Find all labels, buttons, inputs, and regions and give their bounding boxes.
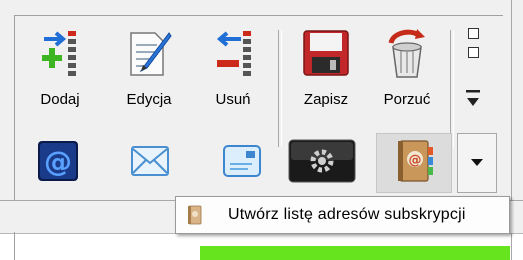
add-button[interactable]: Dodaj — [26, 25, 94, 127]
menu-item-label: Utwórz listę adresów subskrypcji — [228, 206, 466, 223]
remove-button[interactable]: Usuń — [199, 25, 267, 127]
save-button-label: Zapisz — [303, 91, 349, 108]
add-list-icon — [32, 25, 88, 81]
remove-button-label: Usuń — [215, 91, 251, 108]
edit-button[interactable]: Edycja — [109, 25, 189, 127]
card-button[interactable] — [206, 133, 278, 193]
message-card-icon — [222, 144, 262, 183]
add-button-label: Dodaj — [40, 91, 80, 108]
toolbar-row-main: Dodaj Edycja Usuń Zapisz Porzuć — [14, 15, 502, 147]
email-accounts-button[interactable]: @ — [22, 133, 94, 193]
discard-button[interactable]: Porzuć — [370, 25, 444, 127]
discard-trash-icon — [379, 25, 435, 81]
save-floppy-icon — [298, 25, 354, 81]
chevron-down-icon — [470, 154, 484, 172]
settings-button[interactable] — [286, 133, 358, 193]
messages-button[interactable] — [114, 133, 186, 193]
discard-button-label: Porzuć — [383, 91, 431, 108]
gear-settings-icon — [288, 139, 356, 188]
toolbar-overflow-column — [456, 24, 490, 124]
toolbar-chevron-down-icon[interactable] — [465, 88, 481, 115]
edit-document-icon — [121, 25, 177, 81]
menu-item-create-subscription-list[interactable]: Utwórz listę adresów subskrypcji — [178, 199, 507, 231]
address-book-dropdown-button[interactable] — [457, 133, 497, 193]
save-button[interactable]: Zapisz — [290, 25, 362, 127]
svg-text:@: @ — [44, 145, 72, 178]
toolbar-row-secondary: @ @ — [14, 133, 502, 195]
address-book-icon: @ — [394, 139, 434, 188]
envelope-icon — [130, 145, 170, 182]
address-book-button[interactable]: @ — [376, 133, 452, 193]
at-sign-icon: @ — [36, 139, 80, 188]
svg-text:@: @ — [409, 153, 422, 168]
address-book-small-icon — [186, 205, 204, 225]
panel-border — [14, 232, 15, 260]
restore-square-icon[interactable] — [467, 47, 479, 58]
toolbar-separator — [450, 30, 454, 147]
toolbar-separator — [278, 30, 282, 147]
remove-list-icon — [205, 25, 261, 81]
edit-button-label: Edycja — [126, 91, 172, 108]
dropdown-menu: Utwórz listę adresów subskrypcji — [175, 196, 510, 234]
highlight-bar — [200, 246, 510, 260]
restore-square-icon[interactable] — [467, 28, 479, 39]
